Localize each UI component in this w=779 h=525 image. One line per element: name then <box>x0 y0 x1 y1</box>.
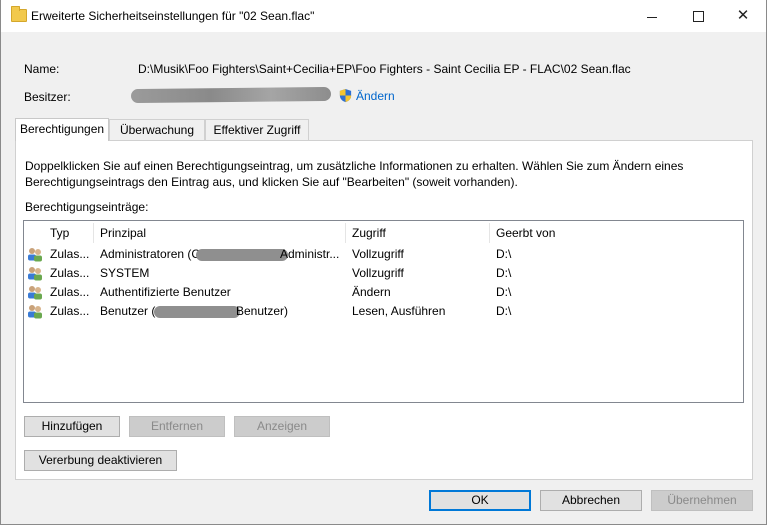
cancel-button[interactable]: Abbrechen <box>540 490 642 511</box>
principal-suffix: Administr... <box>280 247 340 261</box>
principal-name: Administratoren (C <box>100 247 201 261</box>
column-header-principal[interactable]: Prinzipal <box>94 223 346 243</box>
owner-label: Besitzer: <box>24 90 71 104</box>
disable-inheritance-button[interactable]: Vererbung deaktivieren <box>24 450 177 471</box>
minimize-button[interactable] <box>629 0 675 32</box>
table-row[interactable]: Zulas... Administratoren (C Administr... … <box>24 245 743 264</box>
users-icon <box>28 267 42 281</box>
title-bar: Erweiterte Sicherheitseinstellungen für … <box>1 0 766 32</box>
column-header-icon <box>24 223 44 243</box>
row-inherited-from: D:\ <box>496 285 512 299</box>
view-button[interactable]: Anzeigen <box>234 416 330 437</box>
maximize-button[interactable] <box>675 0 721 32</box>
row-inherited-from: D:\ <box>496 304 512 318</box>
remove-button[interactable]: Entfernen <box>129 416 225 437</box>
permissions-description: Doppelklicken Sie auf einen Berechtigung… <box>25 159 684 189</box>
tab-auditing[interactable]: Überwachung <box>109 119 205 140</box>
table-row[interactable]: Zulas... Benutzer ( Benutzer) Lesen, Ausf… <box>24 302 743 321</box>
permissions-list[interactable]: Typ Prinzipal Zugriff Geerbt von Zulas..… <box>23 220 744 403</box>
minimize-icon <box>647 16 657 18</box>
permissions-panel: Doppelklicken Sie auf einen Berechtigung… <box>15 140 753 480</box>
dialog-window: Erweiterte Sicherheitseinstellungen für … <box>0 0 767 525</box>
row-access: Vollzugriff <box>352 247 404 261</box>
apply-button[interactable]: Übernehmen <box>651 490 753 511</box>
close-button[interactable]: ✕ <box>720 0 766 32</box>
column-header-type[interactable]: Typ <box>44 223 94 243</box>
row-principal: Administratoren (C Administr... <box>100 245 342 264</box>
row-principal: Authentifizierte Benutzer <box>100 285 231 299</box>
tab-permissions[interactable]: Berechtigungen <box>15 118 109 141</box>
column-header-inherited-from[interactable]: Geerbt von <box>490 223 610 243</box>
name-value: D:\Musik\Foo Fighters\Saint+Cecilia+EP\F… <box>138 62 631 76</box>
ok-button[interactable]: OK <box>429 490 531 511</box>
principal-name: Benutzer ( <box>100 304 156 318</box>
row-inherited-from: D:\ <box>496 247 512 261</box>
row-access: Ändern <box>352 285 391 299</box>
maximize-icon <box>692 10 704 22</box>
close-icon: ✕ <box>736 7 750 24</box>
row-inherited-from: D:\ <box>496 266 512 280</box>
row-principal: SYSTEM <box>100 266 150 280</box>
users-icon <box>28 305 42 319</box>
users-icon <box>28 286 42 300</box>
name-label: Name: <box>24 62 60 76</box>
row-access: Lesen, Ausführen <box>352 304 446 318</box>
principal-redaction <box>154 306 240 318</box>
uac-shield-icon <box>339 88 352 103</box>
change-owner-link[interactable]: Ändern <box>356 89 395 103</box>
row-access: Vollzugriff <box>352 266 404 280</box>
principal-suffix: Benutzer) <box>236 304 289 318</box>
entries-label: Berechtigungseinträge: <box>25 200 149 214</box>
principal-redaction <box>196 249 288 261</box>
add-button[interactable]: Hinzufügen <box>24 416 120 437</box>
row-principal: Benutzer ( Benutzer) <box>100 302 342 321</box>
owner-redaction <box>130 86 332 104</box>
folder-icon <box>11 6 27 22</box>
tab-effective-access[interactable]: Effektiver Zugriff <box>205 119 309 140</box>
row-type: Zulas... <box>50 266 90 280</box>
users-icon <box>28 248 42 262</box>
column-header-access[interactable]: Zugriff <box>346 223 490 243</box>
row-type: Zulas... <box>50 247 90 261</box>
table-row[interactable]: Zulas... SYSTEM Vollzugriff D:\ <box>24 264 743 283</box>
row-type: Zulas... <box>50 285 90 299</box>
table-row[interactable]: Zulas... Authentifizierte Benutzer Änder… <box>24 283 743 302</box>
window-title: Erweiterte Sicherheitseinstellungen für … <box>31 9 315 23</box>
row-type: Zulas... <box>50 304 90 318</box>
